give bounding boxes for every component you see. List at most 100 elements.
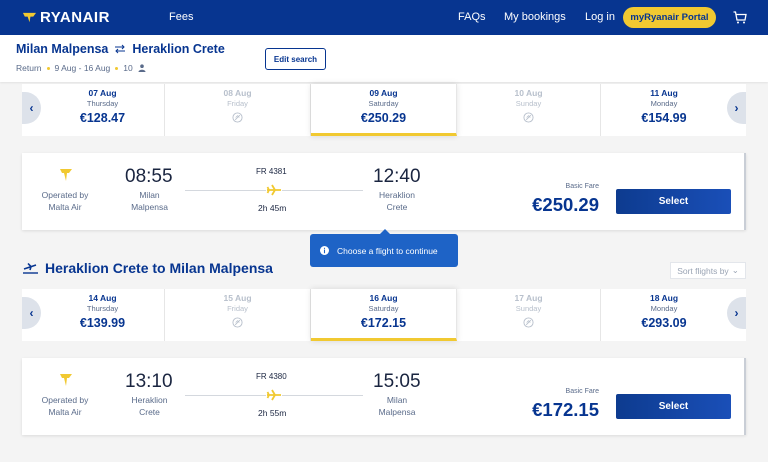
- flight-duration: 2h 45m: [258, 203, 287, 213]
- search-summary: Milan Malpensa Heraklion Crete Return 9 …: [0, 35, 768, 82]
- date-price: €250.29: [360, 111, 407, 125]
- flight-number: FR 4381: [256, 167, 287, 176]
- date-label: 14 Aug: [88, 293, 117, 303]
- brand-name: RYANAIR: [40, 9, 110, 26]
- operator-name: Malta Air: [48, 407, 82, 417]
- outbound-date-cell-unavailable: 08 Aug Friday: [165, 84, 311, 136]
- date-price: €128.47: [79, 111, 126, 125]
- nav-login-link[interactable]: Log in: [585, 11, 615, 23]
- tooltip-text: Choose a flight to continue: [337, 245, 438, 256]
- outbound-date-cell[interactable]: 11 Aug Monday €154.99: [601, 84, 727, 136]
- departure-city-line2: Malpensa: [131, 202, 168, 212]
- day-label: Sunday: [515, 99, 542, 108]
- return-date-carousel: 14 Aug Thursday €139.99 15 Aug Friday 16…: [22, 289, 746, 341]
- departure-city-line1: Milan: [139, 190, 160, 200]
- choose-flight-tooltip: Choose a flight to continue: [310, 229, 458, 267]
- return-date-cell[interactable]: 18 Aug Monday €293.09: [601, 289, 727, 341]
- departure-city: Heraklion Crete: [117, 394, 182, 418]
- plane-icon: [266, 184, 282, 196]
- day-label: Friday: [227, 99, 248, 108]
- separator-dot: [46, 66, 50, 70]
- outbound-flight-card[interactable]: Operated by Malta Air 08:55 Milan Malpen…: [22, 153, 746, 230]
- date-price: €139.99: [79, 316, 126, 330]
- top-navigation: RYANAIR Fees FAQs My bookings Log in myR…: [0, 0, 768, 35]
- date-label: 10 Aug: [514, 88, 543, 98]
- departure-city-line2: Crete: [139, 407, 160, 417]
- arrival-city-line2: Crete: [386, 202, 408, 212]
- trip-meta: Return 9 Aug - 16 Aug 10: [16, 63, 146, 73]
- passenger-icon: [138, 64, 146, 72]
- return-date-cell-unavailable: 17 Aug Sunday: [457, 289, 601, 341]
- day-label: Saturday: [368, 304, 399, 313]
- return-date-cell[interactable]: 14 Aug Thursday €139.99: [41, 289, 165, 341]
- next-dates-button[interactable]: ›: [727, 297, 746, 329]
- unavailable-icon: [232, 112, 243, 123]
- date-label: 17 Aug: [514, 293, 543, 303]
- unavailable-icon: [523, 112, 534, 123]
- arrival-city-line1: Milan: [386, 395, 408, 405]
- plane-takeoff-icon: [23, 262, 38, 274]
- nav-fees-link[interactable]: Fees: [169, 11, 193, 23]
- return-flight-card[interactable]: Operated by Malta Air 13:10 Heraklion Cr…: [22, 358, 746, 435]
- previous-dates-button[interactable]: ‹: [22, 92, 41, 124]
- day-label: Monday: [650, 99, 678, 108]
- arrival-city: Milan Malpensa: [362, 394, 432, 418]
- day-label: Monday: [650, 304, 678, 313]
- edit-search-button[interactable]: Edit search: [265, 48, 326, 70]
- separator-dot: [115, 66, 119, 70]
- cart-icon[interactable]: [733, 11, 747, 24]
- return-flight-heading: Heraklion Crete to Milan Malpensa: [22, 260, 273, 276]
- chevron-left-icon: ‹: [29, 306, 34, 320]
- arrival-time: 15:05: [373, 371, 421, 392]
- origin-city: Milan Malpensa: [16, 42, 109, 56]
- harp-logo-icon: [22, 12, 37, 23]
- departure-city-line1: Heraklion: [131, 395, 168, 405]
- fare-type: Basic Fare: [565, 388, 599, 395]
- previous-dates-button[interactable]: ‹: [22, 297, 41, 329]
- chevron-left-icon: ‹: [29, 101, 34, 115]
- sort-flights-dropdown[interactable]: Sort flights by ⌄: [670, 262, 746, 279]
- nav-my-bookings-link[interactable]: My bookings: [504, 11, 566, 23]
- day-label: Saturday: [368, 99, 399, 108]
- nav-faqs-link[interactable]: FAQs: [458, 11, 486, 23]
- operator-text: Operated by Malta Air: [30, 394, 100, 418]
- unavailable-icon: [232, 317, 243, 328]
- date-label: 16 Aug: [369, 293, 398, 303]
- destination-city: Heraklion Crete: [132, 42, 225, 56]
- operator-label: Operated by: [41, 395, 89, 405]
- date-label: 15 Aug: [223, 293, 252, 303]
- date-price: €154.99: [641, 111, 687, 125]
- return-date-cell-selected[interactable]: 16 Aug Saturday €172.15: [311, 289, 457, 341]
- trip-dates: 9 Aug - 16 Aug: [54, 63, 111, 73]
- return-date-cell-unavailable: 15 Aug Friday: [165, 289, 311, 341]
- outbound-date-cell-selected[interactable]: 09 Aug Saturday €250.29: [311, 84, 457, 136]
- fare-type: Basic Fare: [565, 183, 599, 190]
- myryanair-portal-button[interactable]: myRyanair Portal: [623, 7, 716, 28]
- select-flight-button[interactable]: Select: [616, 394, 731, 419]
- operator-text: Operated by Malta Air: [30, 189, 100, 213]
- next-dates-button[interactable]: ›: [727, 92, 746, 124]
- day-label: Friday: [227, 304, 248, 313]
- date-label: 07 Aug: [88, 88, 117, 98]
- arrival-city: Heraklion Crete: [362, 189, 432, 213]
- day-label: Sunday: [515, 304, 542, 313]
- unavailable-icon: [523, 317, 534, 328]
- route-title: Milan Malpensa Heraklion Crete: [16, 42, 225, 56]
- chevron-right-icon: ›: [734, 306, 739, 320]
- passenger-count: 10: [123, 63, 133, 73]
- select-flight-button[interactable]: Select: [616, 189, 731, 214]
- return-route-title: Heraklion Crete to Milan Malpensa: [45, 260, 273, 276]
- ryanair-logo[interactable]: RYANAIR: [22, 9, 110, 26]
- flight-number: FR 4380: [256, 372, 287, 381]
- flight-duration: 2h 55m: [258, 408, 287, 418]
- sort-label: Sort flights by: [677, 265, 729, 276]
- chevron-down-icon: ⌄: [731, 265, 739, 275]
- departure-city: Milan Malpensa: [117, 189, 182, 213]
- arrival-city-line1: Heraklion: [379, 190, 415, 200]
- date-label: 09 Aug: [369, 88, 398, 98]
- outbound-date-cell[interactable]: 07 Aug Thursday €128.47: [41, 84, 165, 136]
- outbound-date-carousel: 07 Aug Thursday €128.47 08 Aug Friday 09…: [22, 84, 746, 136]
- chevron-right-icon: ›: [734, 101, 739, 115]
- outbound-date-cell-unavailable: 10 Aug Sunday: [457, 84, 601, 136]
- fare-price: €172.15: [532, 399, 599, 420]
